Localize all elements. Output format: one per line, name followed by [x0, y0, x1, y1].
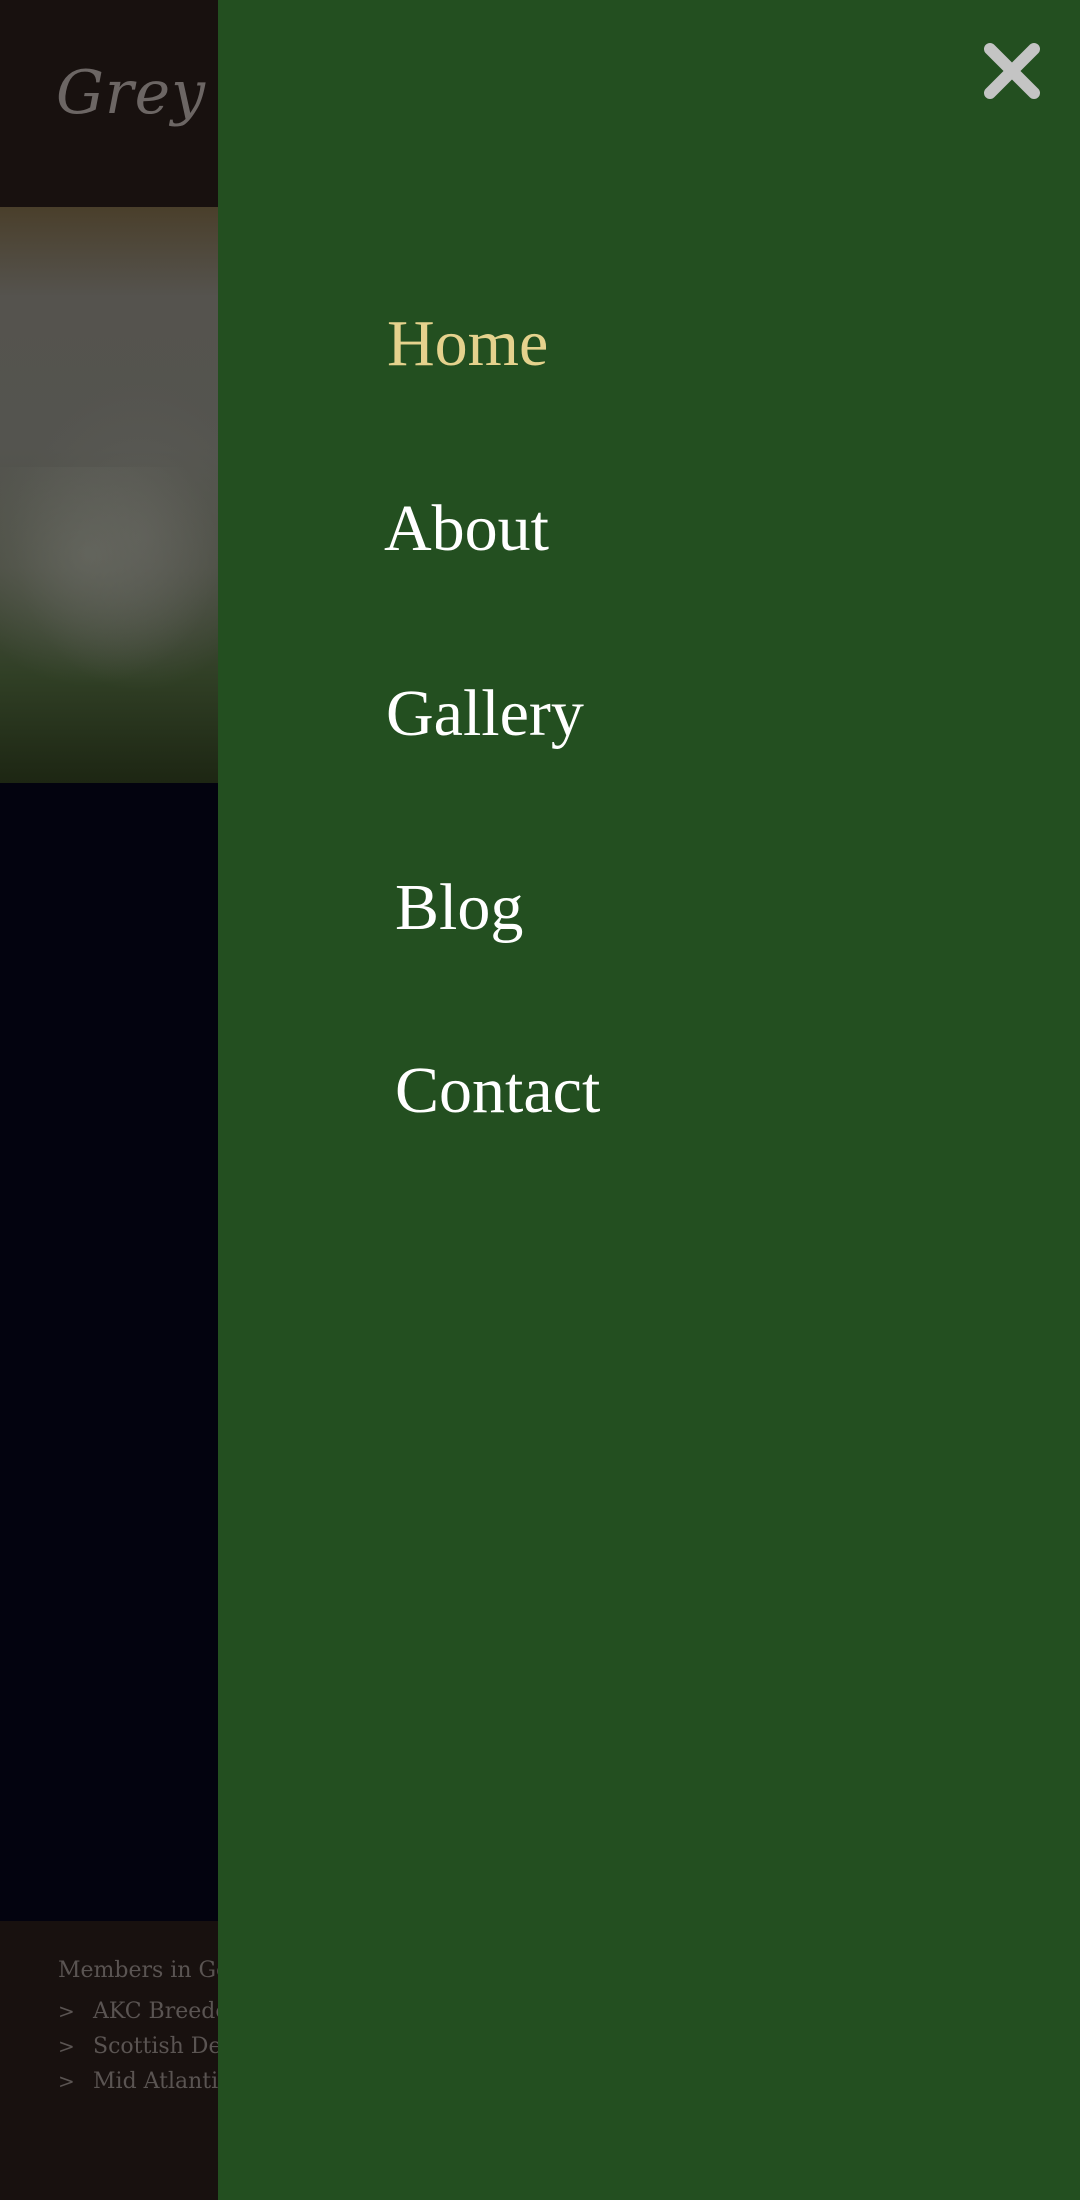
footer-link[interactable]: > Mid Atlantic — [58, 2069, 235, 2104]
nav-item-home[interactable]: Home — [387, 311, 548, 377]
footer-link-label: Mid Atlantic — [93, 2069, 231, 2094]
nav-item-about[interactable]: About — [384, 496, 549, 562]
footer-link-label: Scottish Dee — [93, 2034, 235, 2059]
chevron-right-icon: > — [58, 1999, 75, 2023]
nav-item-gallery[interactable]: Gallery — [386, 681, 584, 747]
chevron-right-icon: > — [58, 2069, 75, 2093]
hero-mist — [0, 467, 220, 687]
footer-list: > AKC Breede > Scottish Dee > Mid Atlantic — [58, 1999, 235, 2104]
footer-link[interactable]: > AKC Breede — [58, 1999, 235, 2034]
chevron-right-icon: > — [58, 2034, 75, 2058]
footer-link[interactable]: > Scottish Dee — [58, 2034, 235, 2069]
main-nav: Home About Gallery Blog Contact — [218, 0, 1080, 1200]
nav-item-blog[interactable]: Blog — [395, 875, 523, 941]
footer-heading: Members in Go — [58, 1958, 230, 1983]
footer-link-label: AKC Breede — [93, 1999, 229, 2024]
nav-menu-panel: Home About Gallery Blog Contact — [218, 0, 1080, 2200]
nav-item-contact[interactable]: Contact — [395, 1058, 600, 1124]
